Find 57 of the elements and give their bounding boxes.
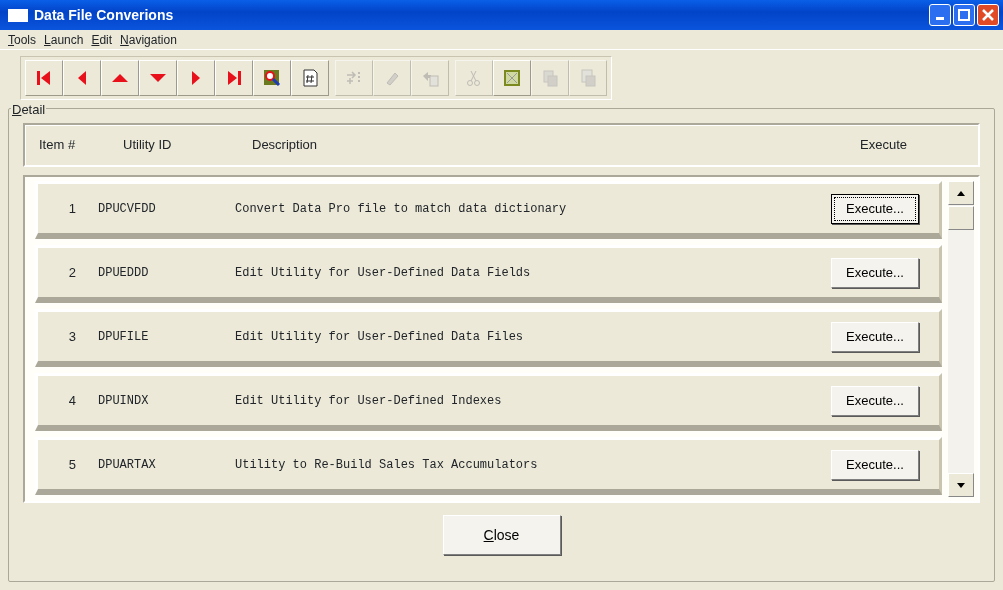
utility-description: Convert Data Pro file to match data dictionary xyxy=(235,200,568,218)
utility-id: DPUINDX xyxy=(98,392,150,410)
menu-item[interactable]: Launch xyxy=(40,30,88,49)
maximize-button[interactable] xyxy=(953,4,975,26)
minimize-button[interactable] xyxy=(929,4,951,26)
copy-icon xyxy=(540,68,560,88)
menu-item[interactable]: Tools xyxy=(4,30,40,49)
item-number: 5 xyxy=(67,455,77,474)
menu-item[interactable]: Edit xyxy=(87,30,117,49)
execute-button[interactable]: Execute... xyxy=(831,193,919,224)
item-number: 1 xyxy=(67,199,77,218)
minimize-icon xyxy=(936,16,944,20)
scroll-down-button[interactable] xyxy=(948,473,974,497)
column-header: Execute xyxy=(860,136,908,155)
next-button[interactable] xyxy=(177,60,215,96)
item-number: 2 xyxy=(67,263,77,282)
number-document-button[interactable] xyxy=(291,60,329,96)
first-record-button[interactable] xyxy=(25,60,63,96)
column-header: Utility ID xyxy=(122,136,173,155)
maximize-icon xyxy=(958,9,970,21)
last-record-button[interactable] xyxy=(215,60,253,96)
execute-button[interactable]: Execute... xyxy=(831,449,919,480)
window-title: Data File Converions xyxy=(34,5,174,25)
utility-description: Edit Utility for User-Defined Indexes xyxy=(235,392,503,410)
up-arrow-icon xyxy=(957,190,965,196)
down-arrow-icon xyxy=(957,482,965,488)
utility-id: DPUFILE xyxy=(98,328,150,346)
find-icon xyxy=(262,68,282,88)
close-icon xyxy=(982,9,994,21)
item-number: 3 xyxy=(67,327,77,346)
execute-button[interactable]: Execute... xyxy=(831,321,919,352)
column-header: Item # xyxy=(38,136,77,155)
clear-button[interactable] xyxy=(493,60,531,96)
execute-button[interactable]: Execute... xyxy=(831,385,919,416)
number-document-icon xyxy=(300,68,320,88)
utility-description: Edit Utility for User-Defined Data Files xyxy=(235,328,525,346)
utility-id: DPUARTAX xyxy=(98,456,157,474)
column-header: Description xyxy=(252,136,319,155)
scroll-thumb[interactable] xyxy=(948,206,974,230)
scroll-up-button[interactable] xyxy=(948,181,974,205)
clear-icon xyxy=(502,68,522,88)
down-button[interactable] xyxy=(139,60,177,96)
close-button[interactable]: Close xyxy=(442,515,561,555)
scrollbar[interactable] xyxy=(948,181,974,497)
find-button[interactable] xyxy=(253,60,291,96)
up-button[interactable] xyxy=(101,60,139,96)
utility-description: Edit Utility for User-Defined Data Fields xyxy=(235,264,532,282)
menu-item[interactable]: Navigation xyxy=(116,30,181,49)
utility-description: Utility to Re-Build Sales Tax Accumulators xyxy=(235,456,539,474)
execute-button[interactable]: Execute... xyxy=(831,257,919,288)
item-number: 4 xyxy=(67,391,77,410)
previous-button[interactable] xyxy=(63,60,101,96)
paste-document-icon xyxy=(578,68,598,88)
window-icon xyxy=(8,8,28,22)
utility-id: DPUCVFDD xyxy=(98,200,157,218)
close-window-button[interactable] xyxy=(977,4,999,26)
utility-id: DPUEDDD xyxy=(98,264,150,282)
